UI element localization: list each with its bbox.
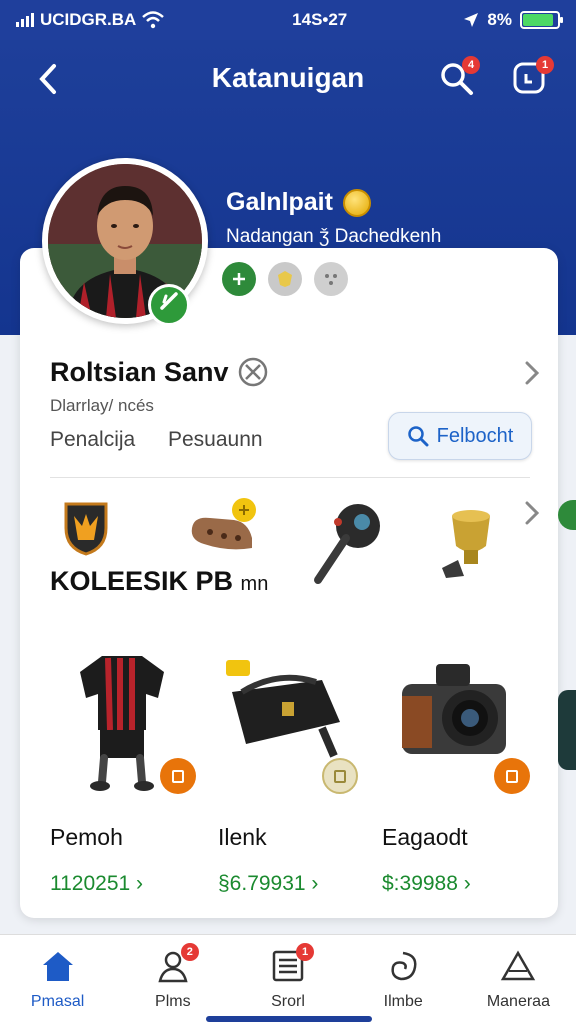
bottom-navigation: Pmasal 2 Plms 1 Srorl Ilmbe Maneraa — [0, 934, 576, 1024]
status-time: 14S•27 — [292, 10, 348, 29]
notification-badge: 1 — [536, 56, 554, 74]
stat-label-b: Pesuaunn — [168, 428, 263, 451]
search-icon — [407, 426, 429, 447]
collection-chevron-icon[interactable] — [524, 500, 540, 533]
nav-item-spiral[interactable]: Ilmbe — [346, 935, 461, 1024]
carrier-name: UCIDGR.BA — [40, 10, 137, 29]
search-action-label: Felbocht — [436, 424, 514, 447]
signal-icon — [16, 13, 34, 27]
stat-label-a: Penalcija — [50, 428, 136, 451]
home-icon — [40, 949, 76, 983]
dots-badge-icon[interactable] — [314, 262, 348, 296]
profile-subtitle: Nadangan ǯ Dachedkenh — [226, 226, 442, 247]
item-2-cart-icon[interactable] — [322, 758, 358, 794]
notification-button[interactable]: 1 — [512, 56, 554, 100]
status-left: UCIDGR.BA — [16, 10, 216, 30]
achievement-badges — [222, 262, 348, 296]
top-app-bar: Katanuigan 4 1 — [18, 40, 558, 120]
nav-label-home: Pmasal — [30, 993, 85, 1010]
nav-item-players[interactable]: 2 Plms — [115, 935, 230, 1024]
battery-icon — [520, 11, 563, 29]
collection-title: KOLEESIK PB mn — [50, 566, 268, 597]
item-2-price[interactable]: §6.79931 › — [218, 872, 318, 896]
camera-item-image[interactable] — [398, 656, 510, 765]
triangle-icon — [500, 949, 536, 983]
item-3-price[interactable]: $:39988 › — [382, 872, 471, 896]
nav-label-list: Srorl — [271, 993, 305, 1010]
wifi-icon — [142, 11, 165, 29]
person-icon: 2 — [155, 943, 199, 983]
divider — [50, 477, 530, 478]
item-1-price[interactable]: 1120251 › — [50, 872, 143, 896]
nav-label-spiral: Ilmbe — [383, 993, 423, 1010]
edit-avatar-button[interactable] — [148, 284, 190, 326]
collection-title-text: KOLEESIK PB — [50, 566, 234, 596]
search-action-button[interactable]: Felbocht — [388, 412, 532, 460]
whistle-icon[interactable] — [312, 500, 386, 595]
nav-item-manage[interactable]: Maneraa — [461, 935, 576, 1024]
item-1-name: Pemoh — [50, 824, 123, 850]
item-3-cart-icon[interactable] — [494, 758, 530, 794]
edge-peek-card — [558, 690, 576, 770]
nav-label-players: Plms — [155, 993, 191, 1010]
profile-name-row: Galnlpait — [226, 188, 371, 217]
location-icon — [464, 13, 479, 27]
nav-label-manage: Maneraa — [486, 993, 550, 1010]
item-1-cart-icon[interactable] — [160, 758, 196, 794]
status-bar: UCIDGR.BA 14S•27 8% — [0, 0, 576, 40]
rank-subtitle: Dlarrlay/ ncés — [50, 396, 154, 415]
nav-badge-players: 2 — [180, 943, 199, 961]
bag-item-image[interactable] — [222, 652, 352, 767]
club-crest-icon[interactable] — [62, 500, 110, 561]
rank-chevron-icon[interactable] — [524, 360, 540, 394]
rank-name: Roltsian Sanv — [50, 356, 229, 387]
nav-item-list[interactable]: 1 Srorl — [230, 935, 345, 1024]
trophy-icon[interactable] — [438, 506, 504, 585]
gold-shield-badge-icon[interactable] — [268, 262, 302, 296]
profile-name: Galnlpait — [226, 188, 333, 216]
emblem-icon — [238, 357, 267, 387]
rank-row[interactable]: Roltsian Sanv — [50, 356, 269, 388]
spiral-icon — [385, 949, 421, 983]
item-2-name: Ilenk — [218, 824, 267, 850]
nav-badge-list: 1 — [296, 943, 314, 961]
list-icon: 1 — [270, 943, 314, 983]
check-icon — [160, 292, 178, 310]
collection-title-suffix: mn — [240, 573, 269, 595]
battery-percent: 8% — [487, 10, 512, 29]
home-indicator[interactable] — [206, 1016, 372, 1022]
nav-item-home[interactable]: Pmasal — [0, 935, 115, 1024]
leaf-badge-icon[interactable] — [222, 262, 256, 296]
jersey-item-image[interactable] — [74, 648, 170, 799]
boot-icon[interactable] — [188, 498, 262, 563]
item-3-name: Eagaodt — [382, 824, 468, 850]
status-right: 8% — [463, 10, 563, 30]
search-badge: 4 — [462, 56, 480, 74]
search-button[interactable]: 4 — [438, 56, 480, 100]
edge-peek-icon — [558, 500, 576, 530]
coin-icon — [342, 188, 371, 217]
